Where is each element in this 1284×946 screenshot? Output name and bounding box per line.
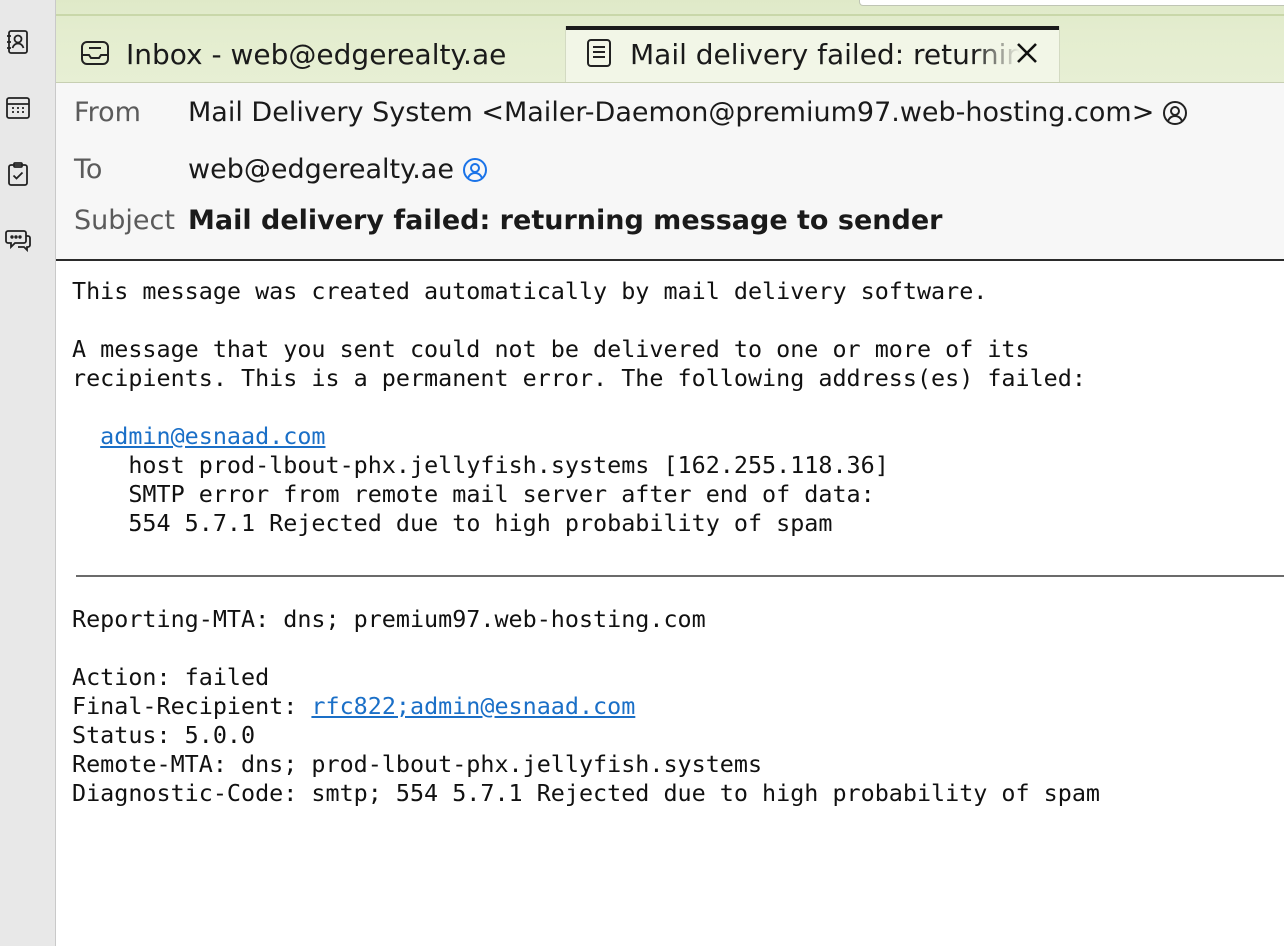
error-detail: host prod-lbout-phx.jellyfish.systems [1…	[128, 451, 889, 479]
add-contact-icon[interactable]	[1162, 100, 1188, 126]
tab-strip: Inbox - web@edgerealty.ae Mail delivery …	[56, 0, 1284, 83]
to-label: To	[74, 154, 103, 185]
final-recipient-link[interactable]: rfc822;admin@esnaad.com	[311, 692, 635, 720]
failed-address-link[interactable]: admin@esnaad.com	[100, 422, 325, 450]
tab-inbox[interactable]: Inbox - web@edgerealty.ae	[80, 26, 506, 82]
from-label: From	[74, 97, 141, 128]
body-paragraph-line: A message that you sent could not be del…	[72, 335, 1030, 363]
diagnostic-line: Diagnostic-Code: smtp; 554 5.7.1 Rejecte…	[72, 779, 1101, 807]
status-line: Status: 5.0.0	[72, 721, 256, 749]
final-recipient-label: Final-Recipient:	[72, 692, 312, 720]
spaces-toolbar	[0, 0, 56, 946]
body-intro: This message was created automatically b…	[72, 277, 988, 305]
tasks-icon[interactable]	[4, 160, 32, 188]
address-book-icon[interactable]	[4, 28, 32, 56]
final-recipient-line: Final-Recipient: rfc822;admin@esnaad.com	[72, 692, 1272, 721]
close-icon[interactable]	[1013, 39, 1041, 67]
inbox-icon	[80, 38, 112, 70]
subject-value: Mail delivery failed: returning message …	[188, 205, 943, 236]
calendar-icon[interactable]	[4, 94, 32, 122]
contact-icon[interactable]	[462, 157, 488, 183]
body-paragraph-line: recipients. This is a permanent error. T…	[72, 364, 1086, 392]
subject-row: Subject Mail delivery failed: returning …	[74, 205, 942, 236]
from-row: From Mail Delivery System <Mailer-Daemon…	[74, 97, 1188, 128]
divider	[76, 575, 1284, 577]
error-detail: SMTP error from remote mail server after…	[128, 480, 875, 508]
to-row: To web@edgerealty.ae	[74, 154, 488, 185]
search-box[interactable]	[859, 0, 1284, 6]
chat-icon[interactable]	[4, 226, 32, 254]
error-detail: 554 5.7.1 Rejected due to high probabili…	[128, 509, 833, 537]
message-body: This message was created automatically b…	[72, 277, 1272, 538]
remote-mta-line: Remote-MTA: dns; prod-lbout-phx.jellyfis…	[72, 750, 763, 778]
reporting-mta: Reporting-MTA: dns; premium97.web-hostin…	[72, 605, 706, 633]
action-line: Action: failed	[72, 663, 270, 691]
subject-label: Subject	[74, 205, 175, 236]
message-icon	[584, 38, 616, 70]
tab-label: Inbox - web@edgerealty.ae	[126, 37, 507, 71]
tab-label: Mail delivery failed: returning message …	[630, 37, 1020, 71]
from-value[interactable]: Mail Delivery System <Mailer-Daemon@prem…	[188, 97, 1154, 128]
to-value[interactable]: web@edgerealty.ae	[188, 154, 454, 185]
delivery-report: Reporting-MTA: dns; premium97.web-hostin…	[72, 605, 1272, 808]
tab-message[interactable]: Mail delivery failed: returning message …	[565, 26, 1060, 82]
message-header: From Mail Delivery System <Mailer-Daemon…	[56, 83, 1284, 261]
